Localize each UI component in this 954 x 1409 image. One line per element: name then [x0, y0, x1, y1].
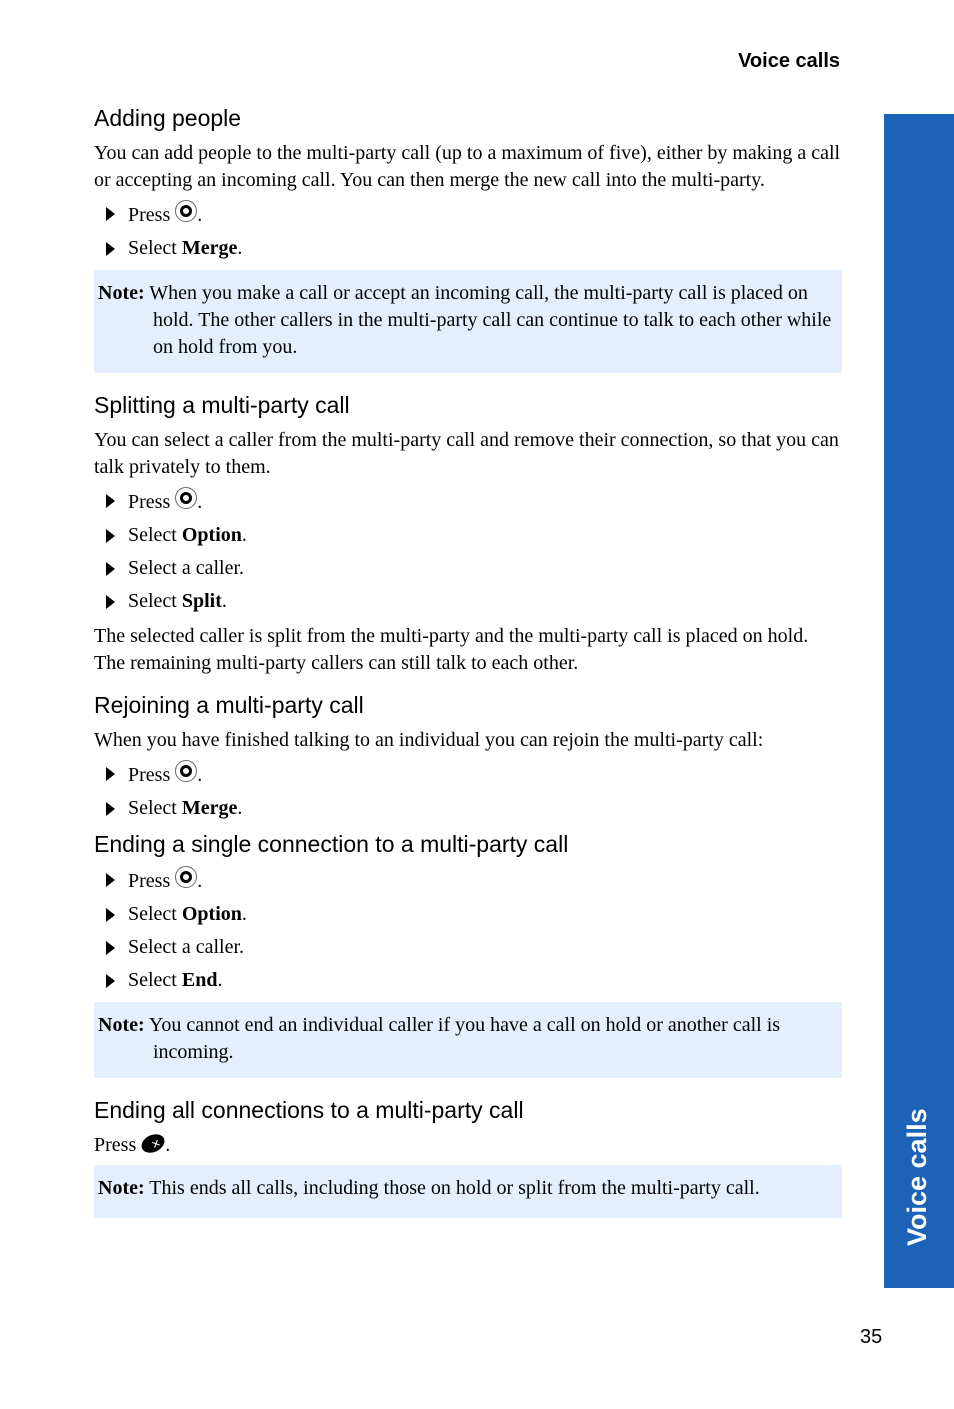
bullet-arrow-icon — [106, 767, 115, 781]
step-list: Press . Select Option. Select a caller. … — [94, 487, 842, 615]
note-label: Note: — [98, 1014, 145, 1036]
bullet-arrow-icon — [106, 908, 115, 922]
note-box: Note: This ends all calls, including tho… — [94, 1165, 842, 1218]
section-title: Ending all connections to a multi-party … — [94, 1097, 524, 1123]
step: Select End. — [94, 967, 842, 994]
running-head: Voice calls — [738, 50, 840, 72]
bullet-arrow-icon — [106, 974, 115, 988]
step: Select a caller. — [94, 555, 842, 582]
step: Select Merge. — [94, 795, 842, 822]
step-list: Press . Select Merge. — [94, 760, 842, 822]
section-title: Splitting a multi-party call — [94, 392, 350, 418]
note-label: Note: — [98, 1177, 145, 1199]
navigation-key-icon — [175, 200, 198, 222]
end-call-key-icon — [138, 1130, 168, 1157]
bullet-arrow-icon — [106, 873, 115, 887]
navigation-key-icon — [175, 760, 198, 782]
section-outro: The selected caller is split from the mu… — [94, 625, 809, 674]
navigation-key-icon — [175, 487, 198, 509]
section-intro: When you have finished talking to an ind… — [94, 729, 764, 751]
navigation-key-icon — [175, 866, 198, 888]
side-tab: Voice calls — [884, 114, 954, 1288]
bullet-arrow-icon — [106, 242, 115, 256]
step: Select Option. — [94, 901, 842, 928]
step: Select Split. — [94, 588, 842, 615]
section-title: Ending a single connection to a multi-pa… — [94, 831, 569, 857]
section-title: Rejoining a multi-party call — [94, 692, 364, 718]
section-intro: You can add people to the multi-party ca… — [94, 142, 841, 191]
section-title: Adding people — [94, 105, 242, 131]
section-ending-all: Ending all connections to a multi-party … — [94, 1096, 842, 1218]
step: Press . — [94, 866, 842, 895]
press-line: Press . — [94, 1130, 842, 1159]
bullet-arrow-icon — [106, 941, 115, 955]
bullet-arrow-icon — [106, 207, 115, 221]
note-label: Note: — [98, 282, 145, 304]
bullet-arrow-icon — [106, 802, 115, 816]
section-splitting: Splitting a multi-party call You can sel… — [94, 391, 842, 677]
step: Press . — [94, 200, 842, 229]
note-box: Note: You cannot end an individual calle… — [94, 1002, 842, 1078]
step: Select a caller. — [94, 934, 842, 961]
page-content: Adding people You can add people to the … — [94, 104, 842, 1236]
note-text: When you make a call or accept an incomi… — [149, 282, 832, 358]
bullet-arrow-icon — [106, 494, 115, 508]
bullet-arrow-icon — [106, 529, 115, 543]
note-box: Note: When you make a call or accept an … — [94, 270, 842, 373]
note-text: This ends all calls, including those on … — [149, 1177, 760, 1199]
side-tab-label: Voice calls — [902, 1108, 932, 1246]
note-text: You cannot end an individual caller if y… — [148, 1014, 781, 1063]
step: Select Option. — [94, 522, 842, 549]
step: Press . — [94, 760, 842, 789]
step-list: Press . Select Merge. — [94, 200, 842, 262]
step-list: Press . Select Option. Select a caller. … — [94, 866, 842, 994]
section-rejoining: Rejoining a multi-party call When you ha… — [94, 691, 842, 822]
step: Select Merge. — [94, 235, 842, 262]
page-number: 35 — [860, 1326, 883, 1348]
section-adding-people: Adding people You can add people to the … — [94, 104, 842, 373]
bullet-arrow-icon — [106, 562, 115, 576]
section-intro: You can select a caller from the multi-p… — [94, 429, 839, 478]
step: Press . — [94, 487, 842, 516]
section-ending-single: Ending a single connection to a multi-pa… — [94, 830, 842, 1078]
bullet-arrow-icon — [106, 595, 115, 609]
